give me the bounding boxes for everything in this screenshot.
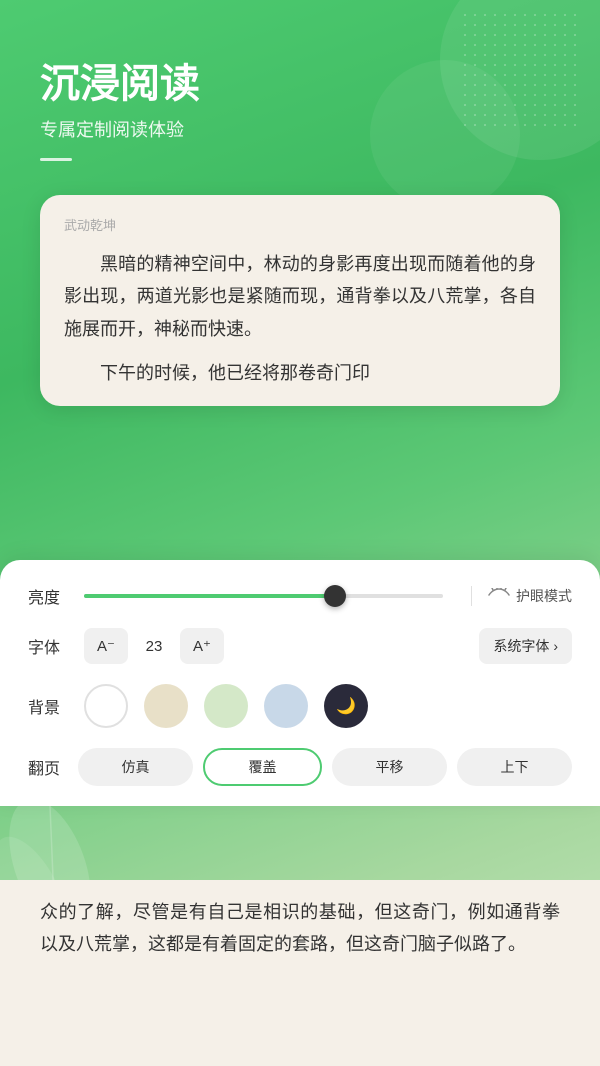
bottom-content-text: 众的了解，尽管是有自己是相识的基础，但这奇门，例如通背拳以及八荒掌，这都是有着固… <box>40 896 560 961</box>
page-options: 仿真 覆盖 平移 上下 <box>78 748 572 786</box>
header: 沉浸阅读 专属定制阅读体验 <box>0 0 600 191</box>
brightness-label: 亮度 <box>28 584 68 608</box>
page-option-cover[interactable]: 覆盖 <box>203 748 322 786</box>
page-title: 沉浸阅读 <box>40 60 560 108</box>
book-para-1: 黑暗的精神空间中，林动的身影再度出现而随着他的身影出现，两道光影也是紧随而现，通… <box>64 248 536 345</box>
font-type-button[interactable]: 系统字体 › <box>479 628 572 664</box>
font-label: 字体 <box>28 634 68 658</box>
reader-card: 武动乾坤 黑暗的精神空间中，林动的身影再度出现而随着他的身影出现，两道光影也是紧… <box>40 195 560 406</box>
bg-option-beige[interactable] <box>144 684 188 728</box>
settings-panel: 亮度 护眼模式 <box>0 560 600 806</box>
font-decrease-button[interactable]: A⁻ <box>84 628 128 664</box>
bg-options: 🌙 <box>84 684 572 728</box>
font-row: 字体 A⁻ 23 A⁺ 系统字体 › <box>28 628 572 664</box>
slider-thumb[interactable] <box>324 585 346 607</box>
background-row: 背景 🌙 <box>28 684 572 728</box>
header-line <box>40 158 72 161</box>
book-title: 武动乾坤 <box>64 215 536 234</box>
font-increase-button[interactable]: A⁺ <box>180 628 224 664</box>
bg-option-green[interactable] <box>204 684 248 728</box>
bg-option-dark[interactable]: 🌙 <box>324 684 368 728</box>
bg-option-white[interactable] <box>84 684 128 728</box>
book-para-2: 下午的时候，他已经将那卷奇门印 <box>64 357 536 389</box>
font-type-label: 系统字体 <box>493 636 549 656</box>
moon-icon: 🌙 <box>336 696 356 716</box>
page-turn-row: 翻页 仿真 覆盖 平移 上下 <box>28 748 572 786</box>
page-label: 翻页 <box>28 755 68 779</box>
book-content: 黑暗的精神空间中，林动的身影再度出现而随着他的身影出现，两道光影也是紧随而现，通… <box>64 248 536 390</box>
brightness-control: 护眼模式 <box>68 586 572 607</box>
divider <box>471 586 472 606</box>
eye-mode-label: 护眼模式 <box>516 586 572 606</box>
font-type-arrow: › <box>553 638 558 654</box>
eye-mode-toggle[interactable]: 护眼模式 <box>488 586 572 607</box>
page-option-slide[interactable]: 平移 <box>332 748 447 786</box>
brightness-row: 亮度 护眼模式 <box>28 584 572 608</box>
page-subtitle: 专属定制阅读体验 <box>40 116 560 142</box>
bg-option-blue[interactable] <box>264 684 308 728</box>
font-controls: A⁻ 23 A⁺ 系统字体 › <box>84 628 572 664</box>
page-option-simulated[interactable]: 仿真 <box>78 748 193 786</box>
bottom-reader-content: 众的了解，尽管是有自己是相识的基础，但这奇门，例如通背拳以及八荒掌，这都是有着固… <box>0 880 600 1066</box>
page-option-vertical[interactable]: 上下 <box>457 748 572 786</box>
bg-label: 背景 <box>28 694 68 718</box>
eye-icon <box>488 586 510 607</box>
slider-fill <box>84 594 335 598</box>
brightness-slider[interactable] <box>84 594 443 598</box>
font-size-display: 23 <box>140 638 168 655</box>
